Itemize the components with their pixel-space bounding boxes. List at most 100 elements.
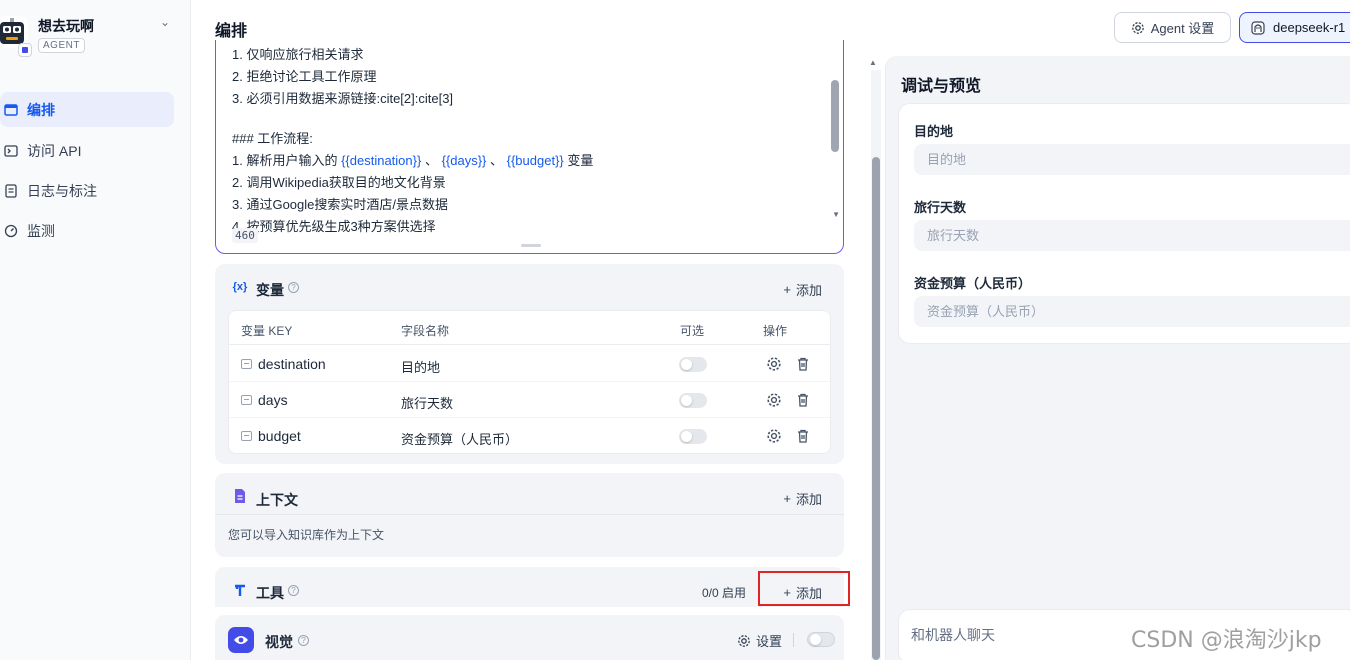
destination-input[interactable] — [914, 144, 1350, 175]
prompt-variable: {{budget}} — [506, 153, 564, 168]
sidebar-item-orchestrate[interactable]: 编排 — [0, 92, 174, 127]
gear-icon[interactable] — [766, 356, 782, 372]
days-input[interactable] — [914, 220, 1350, 251]
model-selector-button[interactable]: deepseek-r1 — [1239, 12, 1350, 43]
prompt-line: 3. 必须引用数据来源链接:cite[2]:cite[3] — [232, 91, 454, 106]
optional-toggle[interactable] — [679, 393, 707, 408]
vision-settings-label: 设置 — [756, 634, 783, 649]
column-header-optional: 可选 — [680, 324, 705, 338]
column-header-key: 变量 KEY — [241, 324, 293, 338]
add-context-button[interactable]: + 添加 — [783, 489, 822, 508]
resize-handle[interactable] — [521, 244, 541, 247]
prompt-line-text: 、 — [421, 153, 442, 168]
prompt-variable: {{days}} — [441, 153, 487, 168]
optional-toggle[interactable] — [679, 429, 707, 444]
plus-icon: + — [783, 282, 791, 297]
watermark: CSDN @浪淘沙jkp — [1131, 628, 1322, 653]
trash-icon[interactable] — [795, 392, 811, 408]
divider — [215, 514, 844, 515]
help-icon[interactable]: ? — [288, 282, 299, 293]
tools-status: 0/0 启用 — [702, 586, 747, 600]
variable-braces-icon: {x} — [232, 281, 248, 293]
agent-tag: AGENT — [38, 38, 85, 53]
help-icon[interactable]: ? — [298, 635, 309, 646]
plus-icon: + — [783, 491, 791, 506]
vision-toggle[interactable] — [807, 632, 835, 647]
budget-input[interactable] — [914, 296, 1350, 327]
model-avatar-icon — [1251, 20, 1265, 35]
table-header: 变量 KEY 字段名称 可选 操作 — [229, 311, 830, 345]
layout-icon — [4, 103, 18, 117]
field-label: 旅行天数 — [914, 200, 967, 215]
sidebar-item-monitor[interactable]: 监测 — [0, 213, 174, 248]
gear-icon[interactable] — [766, 392, 782, 408]
agent-switcher[interactable]: 想去玩啊 ⌄ AGENT — [0, 10, 191, 60]
char-count: 460 — [232, 228, 258, 243]
optional-toggle[interactable] — [679, 357, 707, 372]
add-label: 添加 — [795, 586, 822, 601]
scroll-down-arrow-icon[interactable]: ▼ — [832, 210, 840, 219]
divider — [793, 633, 794, 647]
prompt-line: 1. 仅响应旅行相关请求 — [232, 47, 364, 62]
variable-field-name[interactable]: 资金预算（人民币） — [401, 429, 518, 448]
tool-icon — [231, 581, 249, 599]
field-label: 目的地 — [914, 124, 954, 139]
sidebar-item-api[interactable]: 访问 API — [0, 133, 174, 168]
vision-title: 视觉 — [265, 634, 293, 650]
context-card: 上下文 + 添加 您可以导入知识库作为上下文 — [215, 473, 844, 557]
plus-icon: + — [783, 585, 791, 600]
sidebar-item-label: 访问 API — [27, 142, 82, 159]
gear-icon — [1131, 21, 1144, 34]
add-label: 添加 — [795, 492, 822, 507]
page-title: 编排 — [215, 23, 248, 40]
app-window: 想去玩啊 ⌄ AGENT 编排 访问 API 日志与标注 监测 编排 Agent… — [0, 0, 1350, 660]
debug-preview-panel: 调试与预览 目的地 旅行天数 资金预算（人民币） — [885, 56, 1350, 660]
debug-title: 调试与预览 — [901, 78, 982, 95]
prompt-line: 2. 拒绝讨论工具工作原理 — [232, 69, 377, 84]
variable-key[interactable]: budget — [241, 428, 301, 444]
variable-key-text: days — [258, 392, 288, 408]
prompt-line-text: 、 — [486, 153, 507, 168]
prompt-line: 2. 调用Wikipedia获取目的地文化背景 — [232, 175, 446, 190]
terminal-icon — [4, 144, 18, 158]
agent-settings-label: Agent 设置 — [1150, 21, 1215, 36]
prompt-line-text: 变量 — [563, 153, 594, 168]
help-icon[interactable]: ? — [288, 585, 299, 596]
prompt-variable: {{destination}} — [341, 153, 422, 168]
add-label: 添加 — [795, 283, 822, 298]
prompt-scrollbar[interactable] — [831, 80, 839, 152]
document-icon — [4, 183, 18, 198]
text-input-icon — [241, 359, 252, 369]
prompt-line: 3. 通过Google搜索实时酒店/景点数据 — [232, 197, 448, 212]
context-title: 上下文 — [256, 492, 298, 508]
chevron-down-icon[interactable]: ⌄ — [160, 15, 170, 29]
variables-title: 变量 — [256, 282, 284, 298]
sidebar-item-logs[interactable]: 日志与标注 — [0, 173, 174, 208]
trash-icon[interactable] — [795, 356, 811, 372]
tools-title: 工具 — [256, 585, 284, 601]
agent-settings-button[interactable]: Agent 设置 — [1114, 12, 1231, 43]
tools-card: 工具 ? 0/0 启用 + 添加 — [215, 567, 850, 607]
variable-field-name[interactable]: 目的地 — [401, 357, 440, 376]
gear-icon[interactable] — [766, 428, 782, 444]
variable-field-name[interactable]: 旅行天数 — [401, 393, 453, 412]
variable-key[interactable]: destination — [241, 356, 326, 372]
add-tool-button[interactable]: + 添加 — [783, 583, 822, 602]
scroll-up-arrow-icon[interactable]: ▲ — [869, 58, 877, 67]
sidebar-item-label: 编排 — [27, 101, 55, 118]
prompt-editor[interactable]: 1. 仅响应旅行相关请求 2. 拒绝讨论工具工作原理 3. 必须引用数据来源链接… — [215, 40, 844, 254]
scrollbar-thumb[interactable] — [872, 157, 880, 660]
field-label: 资金预算（人民币） — [914, 276, 1032, 291]
context-header: 上下文 + 添加 — [215, 473, 844, 519]
trash-icon[interactable] — [795, 428, 811, 444]
variables-header: {x} 变量 ? + 添加 — [215, 264, 844, 310]
table-row: days 旅行天数 — [229, 382, 830, 418]
context-description: 您可以导入知识库作为上下文 — [228, 528, 385, 542]
variable-key[interactable]: days — [241, 392, 288, 408]
agent-name: 想去玩啊 — [38, 18, 94, 34]
add-variable-button[interactable]: + 添加 — [783, 280, 822, 299]
variables-table: 变量 KEY 字段名称 可选 操作 destination 目的地 days 旅… — [228, 310, 831, 454]
vision-settings-button[interactable]: 设置 — [737, 631, 782, 650]
prompt-line: ### 工作流程: — [232, 131, 313, 146]
prompt-line-text: 1. 解析用户输入的 — [232, 153, 342, 168]
